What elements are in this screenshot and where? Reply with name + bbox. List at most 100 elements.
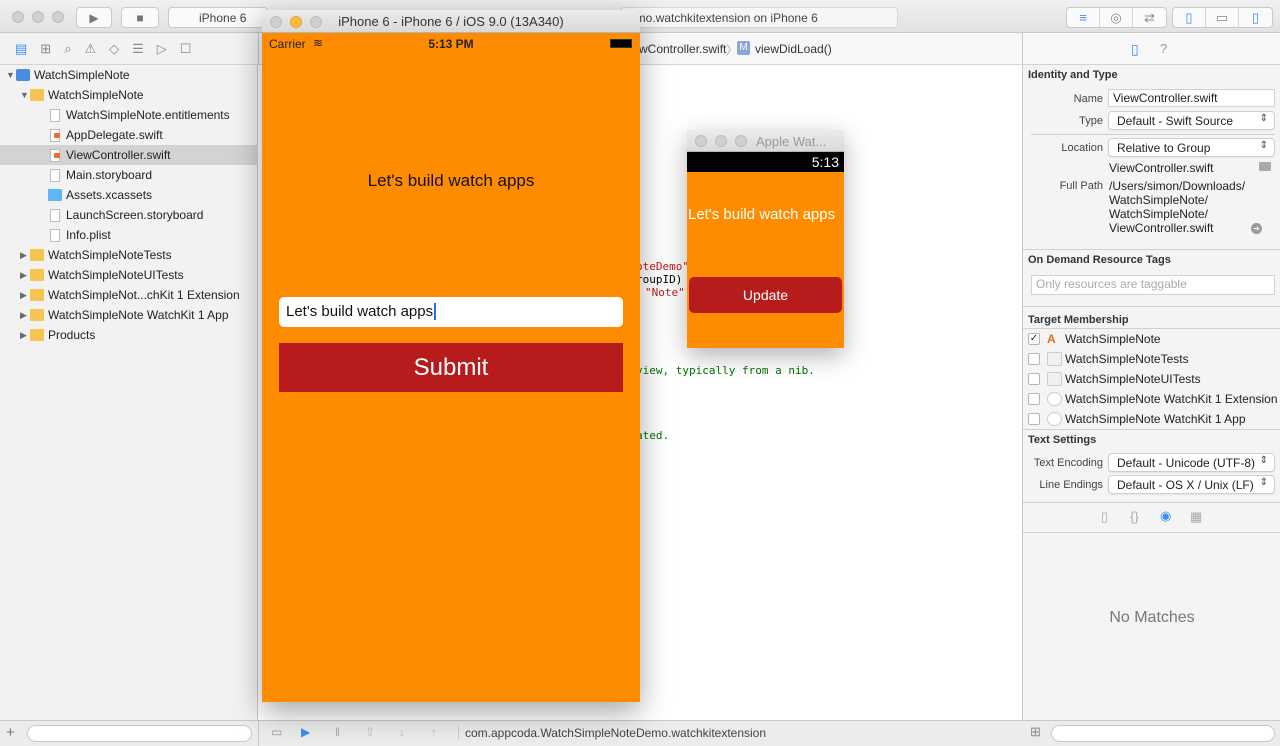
editor-mode-control[interactable]: ≡ ◎ ⇄ [1066,7,1167,28]
breakpoint-icon[interactable]: ▷ [157,41,167,57]
project-icon [16,69,30,81]
watch-title-bar[interactable]: Apple Wat... [687,130,844,152]
report-icon[interactable]: ☐ [180,41,192,57]
stop-button[interactable]: ■ [121,7,159,28]
folder-icon[interactable]: ▤ [15,41,27,57]
navigator-item[interactable]: ▶ WatchSimpleNoteUITests [0,265,258,285]
disclosure-triangle-icon[interactable]: ▶ [20,270,30,281]
target-checkbox[interactable] [1028,373,1040,385]
navigator-item[interactable]: ▶ WatchSimpleNoteTests [0,245,258,265]
target-checkbox[interactable] [1028,413,1040,425]
play-icon: ▶ [89,10,99,25]
utilities-toggle-icon[interactable]: ▯ [1239,8,1272,27]
target-icon [1047,372,1062,386]
toolbar: ▶ ■ iPhone 6 emo.watchkitextension on iP… [0,0,1280,33]
search-icon[interactable]: ⌕ [64,41,71,57]
location-label: Location [1061,142,1103,154]
breadcrumb-file[interactable]: wController.swift [639,42,726,56]
library-filter[interactable] [1051,725,1275,742]
navigator-item[interactable]: Assets.xcassets [0,185,258,205]
debug-icon[interactable]: ☰ [132,41,144,57]
folder-icon [30,309,44,321]
navigator-item[interactable]: Main.storyboard [0,165,258,185]
warning-icon[interactable]: ⚠ [84,41,96,57]
endings-popup[interactable]: Default - OS X / Unix (LF) ⇕ [1108,475,1275,494]
file-inspector-icon[interactable]: ▯ [1131,41,1139,58]
disclosure-triangle-icon[interactable]: ▶ [20,290,30,301]
file-template-icon[interactable]: ▯ [1101,509,1108,525]
navigator-item[interactable]: AppDelegate.swift [0,125,258,145]
step-over-icon[interactable]: ⇧ [365,725,375,739]
breadcrumb-method[interactable]: viewDidLoad() [755,42,832,56]
navigator-item[interactable]: LaunchScreen.storyboard [0,205,258,225]
target-checkbox[interactable] [1028,353,1040,365]
zoom-window-button[interactable] [52,11,64,23]
breakpoints-icon[interactable]: ▶ [301,725,310,739]
type-label: Type [1079,115,1103,127]
navigator-filter[interactable] [27,725,252,742]
folder-icon [30,289,44,301]
media-library-icon[interactable]: ▦ [1190,509,1202,525]
encoding-label: Text Encoding [1033,457,1103,469]
disclosure-triangle-icon[interactable]: ▼ [20,90,30,100]
view-toggle-control[interactable]: ▯ ▭ ▯ [1172,7,1273,28]
navigator-item[interactable]: ▼ WatchSimpleNote [0,65,258,85]
assistant-editor-icon[interactable]: ◎ [1100,8,1133,27]
navigator-item-label: LaunchScreen.storyboard [66,208,204,222]
disclosure-triangle-icon[interactable]: ▶ [20,330,30,341]
note-input[interactable]: Let's build watch apps [279,297,623,327]
stop-icon: ■ [136,10,144,25]
submit-button[interactable]: Submit [279,343,623,392]
debug-toggle-icon[interactable]: ▭ [1206,8,1239,27]
add-icon[interactable]: + [6,724,15,741]
standard-editor-icon[interactable]: ≡ [1067,8,1100,27]
assets-icon [48,189,62,201]
navigator-item[interactable]: ▶ WatchSimpleNote WatchKit 1 App [0,305,258,325]
scheme-selector[interactable]: iPhone 6 [168,7,268,28]
navigator-item[interactable]: WatchSimpleNote.entitlements [0,105,258,125]
disclosure-triangle-icon[interactable]: ▼ [6,70,16,80]
bottom-bar: + ▭ ▶ ‖ ⇧ ↓ ↑ com.appcoda.WatchSimpleNot… [0,720,1280,746]
navigator-item[interactable]: ▶ Products [0,325,258,345]
hierarchy-icon[interactable]: ⊞ [40,41,51,57]
simulator-title-bar[interactable]: iPhone 6 - iPhone 6 / iOS 9.0 (13A340) [262,10,640,33]
close-window-button[interactable] [12,11,24,23]
navigator-item-label: Products [48,328,96,342]
folder-icon[interactable] [1259,162,1271,171]
disclosure-triangle-icon[interactable]: ▶ [20,310,30,321]
navigator-item-label: WatchSimpleNot...chKit 1 Extension [48,288,240,302]
code-fragment: roupID) [636,273,683,286]
code-snippet-icon[interactable]: {} [1130,509,1139,524]
update-button[interactable]: Update [689,277,842,313]
name-field[interactable]: ViewController.swift [1108,89,1275,107]
code-fragment: view, typically from a nib. [636,364,815,377]
target-checkbox[interactable]: ✓ [1028,333,1040,345]
endings-label: Line Endings [1039,479,1103,491]
object-library-icon[interactable]: ◉ [1160,508,1171,524]
navigator-item[interactable]: ViewController.swift [0,145,258,165]
test-icon[interactable]: ◇ [109,41,119,57]
navigator-item[interactable]: ▶ WatchSimpleNot...chKit 1 Extension [0,285,258,305]
help-icon[interactable]: ? [1160,41,1167,56]
hide-debug-icon[interactable]: ▭ [271,725,282,739]
navigator-item[interactable]: Info.plist [0,225,258,245]
target-checkbox[interactable] [1028,393,1040,405]
step-in-icon[interactable]: ↓ [399,725,405,739]
section-title: On Demand Resource Tags [1028,254,1171,266]
pause-icon[interactable]: ‖ [335,725,340,739]
tags-field[interactable]: Only resources are taggable [1031,275,1275,295]
disclosure-triangle-icon[interactable]: ▶ [20,250,30,261]
encoding-popup[interactable]: Default - Unicode (UTF-8) ⇕ [1108,453,1275,472]
version-editor-icon[interactable]: ⇄ [1133,8,1166,27]
navigator-item[interactable]: ▼ WatchSimpleNote [0,85,258,105]
step-out-icon[interactable]: ↑ [431,725,437,739]
reveal-arrow-icon[interactable]: ➔ [1251,223,1262,234]
type-popup[interactable]: Default - Swift Source ⇕ [1108,111,1275,130]
location-popup[interactable]: Relative to Group ⇕ [1108,138,1275,157]
run-button[interactable]: ▶ [76,7,112,28]
grid-view-icon[interactable]: ⊞ [1030,724,1041,740]
navigator-item-label: WatchSimpleNote WatchKit 1 App [48,308,229,322]
minimize-window-button[interactable] [32,11,44,23]
swift-icon [50,128,60,142]
navigator-toggle-icon[interactable]: ▯ [1173,8,1206,27]
